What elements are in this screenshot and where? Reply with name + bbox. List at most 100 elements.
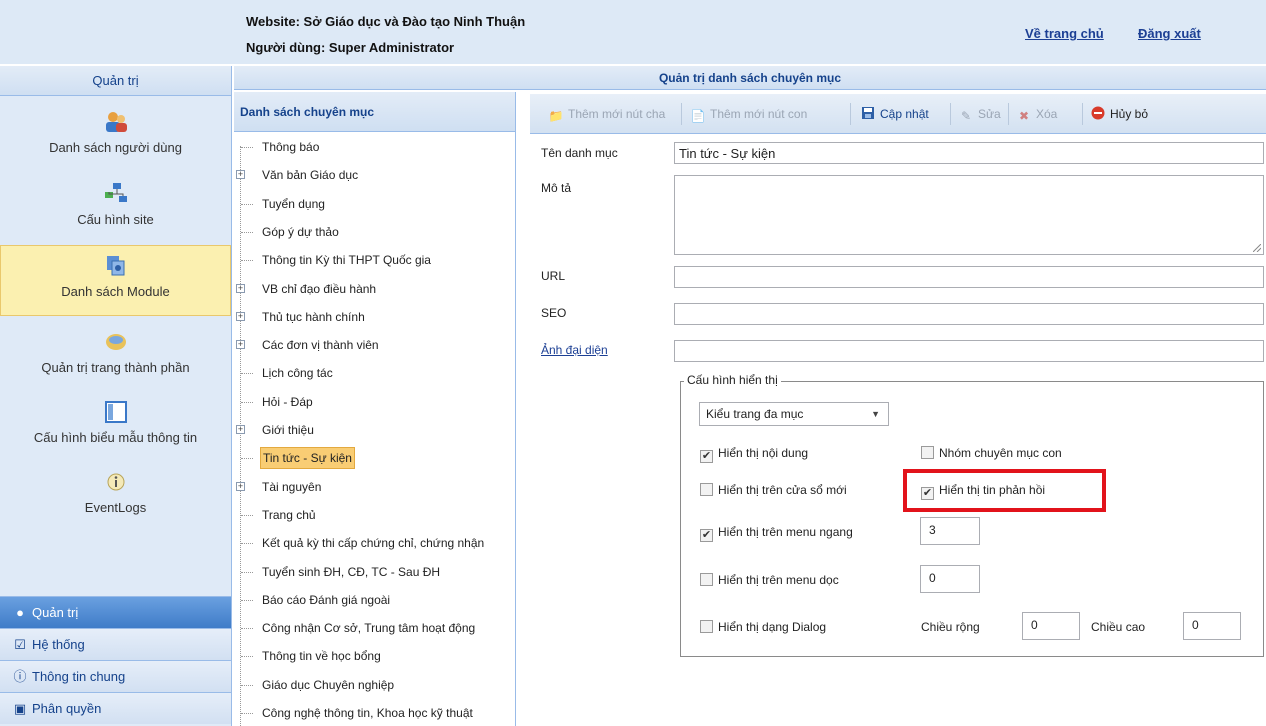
page-type-value: Kiểu trang đa mục (706, 407, 804, 421)
add-child-button[interactable]: 📄 Thêm mới nút con (690, 104, 808, 124)
expand-plus-icon[interactable]: + (236, 170, 245, 179)
tree-item-label: Giới thiệu (262, 423, 314, 437)
main-panel-title: Quản trị danh sách chuyên mục (234, 66, 1266, 90)
nav-label: Phân quyền (32, 701, 102, 716)
tree-item[interactable]: Tuyển sinh ĐH, CĐ, TC - Sau ĐH (234, 561, 514, 583)
nav-admin[interactable]: ● Quản trị (0, 596, 231, 628)
tree-item[interactable]: Thông tin về học bổng (234, 645, 514, 667)
sidebar-item-users[interactable]: Danh sách người dùng (0, 110, 231, 155)
show-new-window-checkbox[interactable]: Hiển thị trên cửa sổ mới (700, 483, 847, 497)
checkbox-box[interactable]: ✔ (700, 529, 713, 542)
checkbox-label: Hiển thị trên cửa sổ mới (718, 483, 847, 497)
image-link[interactable]: Ảnh đại diện (541, 343, 608, 357)
tree-item-label: Tuyển dụng (262, 197, 325, 211)
expand-plus-icon[interactable]: + (236, 425, 245, 434)
sitemap-icon (103, 182, 129, 206)
tree-item[interactable]: Giáo dục Chuyên nghiệp (234, 674, 514, 696)
checkbox-box[interactable] (921, 446, 934, 459)
page-type-select[interactable]: Kiểu trang đa mục ▼ (699, 402, 889, 426)
tree-item-label: Công nghệ thông tin, Khoa học kỹ thuật (262, 706, 473, 720)
permissions-icon: ▣ (13, 701, 27, 716)
tree-item[interactable]: Trang chủ (234, 504, 514, 526)
image-input[interactable] (674, 340, 1264, 362)
sidebar-title: Quản trị (0, 66, 231, 96)
tree-connector (241, 147, 253, 148)
nav-general-info[interactable]: ⓘ Thông tin chung (0, 660, 231, 692)
tree-item[interactable]: + VB chỉ đạo điều hành (234, 278, 514, 300)
tree-connector (241, 515, 253, 516)
tree-item[interactable]: + Các đơn vị thành viên (234, 334, 514, 356)
tree-item-label: Tuyển sinh ĐH, CĐ, TC - Sau ĐH (262, 565, 441, 579)
description-label: Mô tả (541, 181, 572, 195)
cancel-button[interactable]: Hủy bỏ (1090, 104, 1148, 124)
show-horizontal-menu-checkbox[interactable]: ✔ Hiển thị trên menu ngang (700, 525, 853, 542)
tree-item[interactable]: Tin tức - Sự kiện (234, 447, 514, 469)
tree-item[interactable]: Góp ý dự thảo (234, 221, 514, 243)
tree-item[interactable]: + Tài nguyên (234, 476, 514, 498)
tree-connector (241, 656, 253, 657)
tree-item[interactable]: Tuyển dụng (234, 193, 514, 215)
toolbar: 📁 Thêm mới nút cha 📄 Thêm mới nút con Cập … (530, 94, 1266, 134)
vertical-menu-order-input[interactable]: 0 (920, 565, 980, 593)
description-textarea[interactable] (674, 175, 1264, 255)
separator (1082, 103, 1083, 125)
tree-item-label: VB chỉ đạo điều hành (262, 282, 377, 296)
add-parent-button[interactable]: 📁 Thêm mới nút cha (548, 104, 666, 124)
sub-category-group-checkbox[interactable]: Nhóm chuyên mục con (921, 446, 1062, 460)
sidebar-item-label: Quản trị trang thành phần (41, 360, 190, 375)
dialog-width-input[interactable]: 0 (1022, 612, 1080, 640)
sidebar-item-component-pages[interactable]: Quản trị trang thành phần (0, 330, 231, 375)
resize-grip-icon[interactable] (1253, 244, 1261, 252)
tree-item[interactable]: Báo cáo Đánh giá ngoài (234, 589, 514, 611)
expand-plus-icon[interactable]: + (236, 312, 245, 321)
horizontal-menu-order-input[interactable]: 3 (920, 517, 980, 545)
expand-plus-icon[interactable]: + (236, 340, 245, 349)
show-vertical-menu-checkbox[interactable]: Hiển thị trên menu dọc (700, 573, 839, 587)
sidebar-item-eventlogs[interactable]: EventLogs (0, 470, 231, 515)
tree-item[interactable]: Công nhận Cơ sở, Trung tâm hoạt động (234, 617, 514, 639)
tree-item[interactable]: Thông tin Kỳ thi THPT Quốc gia (234, 249, 514, 271)
tree-connector (241, 402, 253, 403)
dialog-height-input[interactable]: 0 (1183, 612, 1241, 640)
checkbox-label: Hiển thị trên menu ngang (718, 525, 853, 539)
sidebar-item-form-config[interactable]: Cấu hình biểu mẫu thông tin (0, 400, 231, 445)
tree-item[interactable]: Kết quả kỳ thi cấp chứng chỉ, chứng nhận (234, 532, 514, 554)
checkbox-label: Nhóm chuyên mục con (939, 446, 1062, 460)
update-button[interactable]: Cập nhật (860, 104, 929, 124)
checkbox-box[interactable]: ✔ (700, 450, 713, 463)
edit-button[interactable]: ✎ Sửa (958, 104, 1001, 124)
nav-system[interactable]: ☑ Hệ thống (0, 628, 231, 660)
show-dialog-checkbox[interactable]: Hiển thị dạng Dialog (700, 620, 826, 634)
display-config-legend: Cấu hình hiển thị (684, 373, 781, 387)
chevron-down-icon: ▼ (871, 409, 880, 419)
tree-item[interactable]: Lịch công tác (234, 362, 514, 384)
tree-item-label: Thông tin về học bổng (262, 649, 381, 663)
expand-plus-icon[interactable]: + (236, 284, 245, 293)
logout-link[interactable]: Đăng xuất (1138, 26, 1201, 41)
delete-button[interactable]: ✖ Xóa (1016, 104, 1057, 124)
show-content-checkbox[interactable]: ✔ Hiển thị nội dung (700, 446, 808, 463)
checkbox-box[interactable] (700, 573, 713, 586)
url-input[interactable] (674, 266, 1264, 288)
tree-item[interactable]: Thông báo (234, 136, 514, 158)
tree-connector (241, 713, 253, 714)
sidebar-item-site-config[interactable]: Cấu hình site (0, 182, 231, 227)
sidebar-item-module-list[interactable]: Danh sách Module (0, 245, 231, 316)
home-link[interactable]: Về trang chủ (1025, 26, 1104, 41)
tree-item[interactable]: + Văn bản Giáo dục (234, 164, 514, 186)
expand-plus-icon[interactable]: + (236, 482, 245, 491)
category-name-input[interactable] (674, 142, 1264, 164)
seo-input[interactable] (674, 303, 1264, 325)
button-label: Thêm mới nút con (710, 107, 808, 121)
stop-icon (1090, 106, 1106, 120)
checkbox-box[interactable] (700, 483, 713, 496)
current-user: Người dùng: Super Administrator (246, 40, 455, 55)
tree-item[interactable]: + Giới thiệu (234, 419, 514, 441)
nav-permissions[interactable]: ▣ Phân quyền (0, 692, 231, 724)
checkbox-box[interactable] (700, 620, 713, 633)
tree-item[interactable]: Công nghệ thông tin, Khoa học kỹ thuật (234, 702, 514, 724)
tree-item-label: Báo cáo Đánh giá ngoài (262, 593, 391, 607)
pencil-icon: ✎ (960, 109, 972, 123)
tree-item[interactable]: + Thủ tục hành chính (234, 306, 514, 328)
tree-item[interactable]: Hỏi - Đáp (234, 391, 514, 413)
